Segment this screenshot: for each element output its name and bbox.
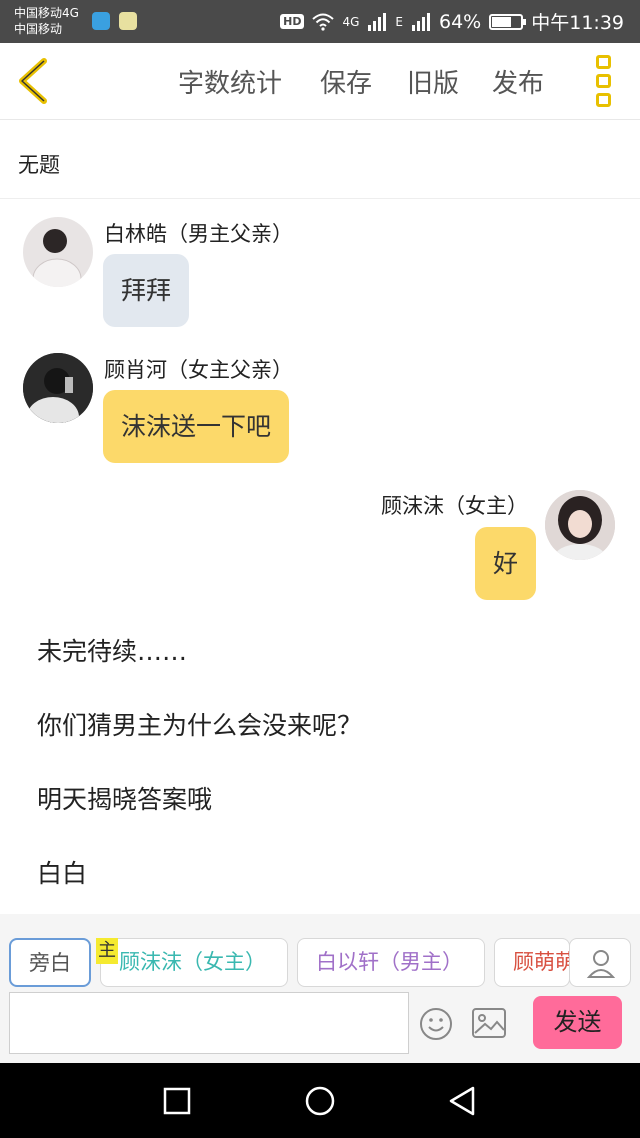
- network-type-2: E: [395, 14, 403, 29]
- battery-icon: [489, 13, 527, 30]
- recent-apps-icon[interactable]: [163, 1087, 191, 1115]
- carrier-secondary: 中国移动: [14, 22, 63, 36]
- avatar-gu-xiaohe[interactable]: [23, 353, 93, 423]
- hd-badge: HD: [280, 14, 305, 29]
- narration-line[interactable]: 白白: [37, 854, 87, 890]
- message-bubble[interactable]: 沫沫送一下吧: [103, 390, 290, 463]
- status-right: HD 4G E 64% 中午11:39: [280, 8, 624, 35]
- chat-app-icon: [119, 12, 137, 30]
- avatar-gu-momo[interactable]: [545, 490, 615, 560]
- carrier-primary: 中国移动4G: [14, 6, 79, 20]
- battery-percent: 64%: [439, 10, 482, 33]
- save-button[interactable]: 保存: [320, 63, 372, 100]
- avatar-bai-linhao[interactable]: [23, 217, 93, 287]
- emoji-icon[interactable]: [419, 1007, 453, 1041]
- main-character-badge: 主: [96, 938, 118, 964]
- carrier-info: 中国移动4G 中国移动: [14, 5, 79, 37]
- battery-level: [492, 16, 512, 27]
- narration-line[interactable]: 未完待续……: [37, 632, 187, 668]
- role-tag-narrator[interactable]: 旁白: [9, 938, 91, 987]
- role-tag-gu-momo[interactable]: 顾沫沫（女主）: [100, 938, 288, 987]
- person-icon: [586, 950, 616, 978]
- wifi-icon: [312, 13, 335, 31]
- narration-line[interactable]: 你们猜男主为什么会没来呢？: [37, 706, 362, 742]
- role-tag-bai-yixuan[interactable]: 白以轩（男主）: [297, 938, 485, 987]
- person-silhouette-icon: [23, 353, 93, 423]
- back-arrow-icon[interactable]: [14, 57, 54, 105]
- home-icon[interactable]: [304, 1085, 336, 1117]
- clock: 中午11:39: [531, 12, 624, 34]
- signal-icon-2: [412, 12, 430, 31]
- title-row[interactable]: 无题: [0, 121, 640, 199]
- image-icon[interactable]: [471, 1007, 507, 1039]
- system-nav-bar: [0, 1063, 640, 1138]
- person-silhouette-icon: [32, 229, 82, 287]
- message-input[interactable]: [9, 992, 409, 1054]
- network-type: 4G: [342, 14, 360, 29]
- composer-panel: 旁白 顾沫沫（女主） 主 白以轩（男主） 顾萌萌 发送: [0, 914, 640, 1063]
- publish-button[interactable]: 发布: [492, 63, 544, 100]
- person-silhouette-icon: [545, 490, 615, 560]
- message-bubble[interactable]: 好: [474, 527, 536, 600]
- narration-line[interactable]: 明天揭晓答案哦: [37, 780, 212, 816]
- message-bubble[interactable]: 拜拜: [103, 254, 190, 327]
- speaker-name: 顾肖河（女主父亲）: [104, 358, 293, 382]
- send-button[interactable]: 发送: [533, 996, 622, 1049]
- speaker-name: 顾沫沫（女主）: [381, 494, 528, 518]
- editor-toolbar: 字数统计 保存 旧版 发布: [0, 43, 640, 120]
- character-manage-button[interactable]: [569, 938, 631, 987]
- page-title[interactable]: 无题: [18, 149, 60, 179]
- word-count-button[interactable]: 字数统计: [178, 63, 282, 100]
- old-version-button[interactable]: 旧版: [407, 63, 459, 100]
- back-nav-icon[interactable]: [447, 1085, 477, 1117]
- speaker-name: 白林皓（男主父亲）: [104, 222, 293, 246]
- more-menu-icon[interactable]: [596, 55, 612, 107]
- signal-icon: [368, 12, 387, 31]
- shield-app-icon: [92, 12, 110, 30]
- status-bar: 中国移动4G 中国移动 HD 4G E 64% 中午11:39: [0, 0, 640, 43]
- role-tag-gu-mengmeng[interactable]: 顾萌萌: [494, 938, 570, 987]
